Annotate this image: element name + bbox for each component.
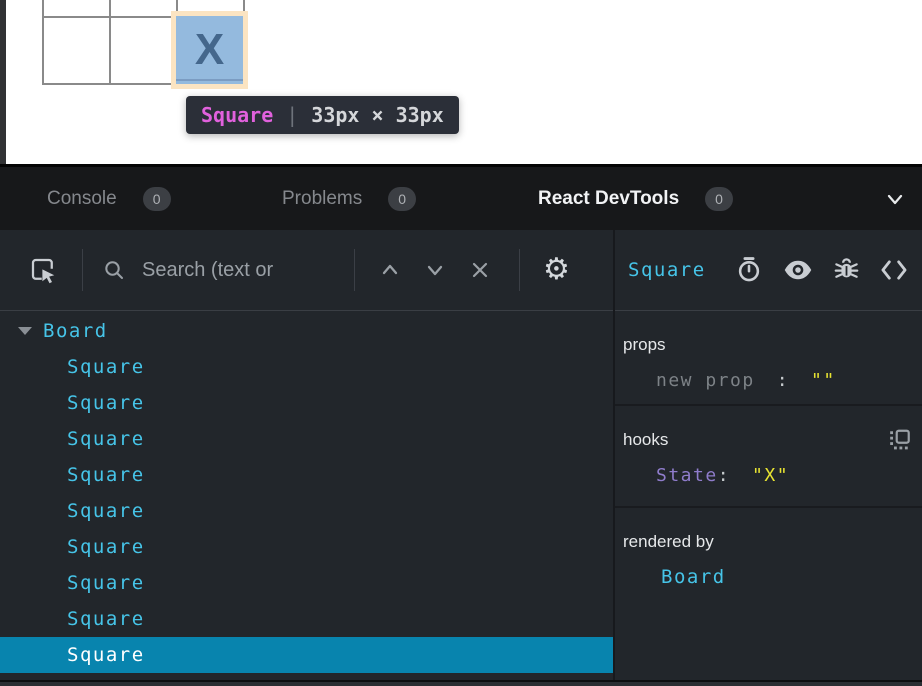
hooks-section: hooks State: "X" (615, 404, 922, 506)
tree-item-label: Square (67, 644, 145, 666)
react-devtools-panel: ⚙ Board Square Square Square Square Squa… (0, 230, 922, 686)
parse-hook-names-icon[interactable] (888, 428, 912, 452)
details-toolbar: Square (615, 230, 922, 311)
tooltip-separator: | (286, 103, 298, 127)
board-cell[interactable] (44, 0, 109, 16)
tree-item-square[interactable]: Square (0, 601, 613, 637)
selected-component-title: Square (628, 259, 706, 281)
expander-caret-icon[interactable] (18, 327, 32, 335)
toolbar-divider (82, 249, 83, 291)
search-icon (102, 258, 126, 282)
board-cell[interactable] (111, 0, 176, 16)
inspected-square-cell[interactable]: X (176, 16, 243, 84)
inspect-highlight-gridline (176, 79, 243, 81)
component-details-panel: Square (615, 230, 922, 686)
tooltip-dimensions: 33px × 33px (311, 103, 443, 127)
tab-count-badge: 0 (705, 187, 733, 211)
tree-item-square[interactable]: Square (0, 493, 613, 529)
tab-label: React DevTools (538, 188, 679, 210)
tree-item-square[interactable]: Square (0, 529, 613, 565)
rendered-by-heading: rendered by (623, 532, 912, 552)
clear-search-icon[interactable] (468, 258, 492, 282)
settings-gear-icon[interactable]: ⚙ (543, 255, 570, 285)
tree-item-label: Square (67, 572, 145, 594)
inspect-dom-eye-icon[interactable] (783, 256, 813, 284)
next-match-icon[interactable] (423, 258, 447, 282)
tree-item-square[interactable]: Square (0, 565, 613, 601)
tree-item-square-selected[interactable]: Square (0, 637, 613, 673)
inspect-tooltip: Square | 33px × 33px (186, 96, 459, 134)
tree-item-label: Square (67, 428, 145, 450)
rendered-by-section: rendered by Board (615, 506, 922, 686)
tree-item-label: Square (67, 356, 145, 378)
browser-page: X Square | 33px × 33px (0, 0, 922, 164)
view-source-icon[interactable] (880, 257, 908, 283)
previous-match-icon[interactable] (378, 258, 402, 282)
tree-item-label: Square (67, 608, 145, 630)
tree-item-square[interactable]: Square (0, 421, 613, 457)
tab-label: Problems (282, 188, 362, 210)
prop-value[interactable]: "" (811, 370, 836, 391)
tree-item-label: Square (67, 464, 145, 486)
state-hook-row[interactable]: State: "X" (623, 465, 912, 486)
tooltip-component-name: Square (201, 103, 273, 127)
window-bottom-strip (0, 682, 922, 686)
tab-console[interactable]: Console 0 (47, 167, 171, 230)
colon: : (718, 465, 730, 486)
inspect-element-icon[interactable] (28, 255, 58, 285)
toolbar-divider (354, 249, 355, 291)
colon: : (777, 370, 789, 391)
tree-item-label: Square (67, 536, 145, 558)
toolbar-divider (519, 249, 520, 291)
prop-name[interactable]: new prop (656, 370, 755, 391)
tree-item-board[interactable]: Board (0, 313, 613, 349)
chevron-down-icon[interactable] (884, 188, 906, 210)
tree-item-square[interactable]: Square (0, 457, 613, 493)
tree-item-label: Square (67, 500, 145, 522)
board-cell[interactable] (111, 18, 176, 83)
tab-count-badge: 0 (143, 187, 171, 211)
props-heading: props (623, 335, 912, 355)
devtools-tab-bar: Console 0 Problems 0 React DevTools 0 (0, 167, 922, 230)
profiler-clock-icon[interactable] (735, 256, 763, 284)
components-tree-panel: ⚙ Board Square Square Square Square Squa… (0, 230, 613, 686)
hook-value[interactable]: "X" (752, 465, 789, 486)
tab-react-devtools[interactable]: React DevTools 0 (538, 167, 733, 230)
component-tree: Board Square Square Square Square Square… (0, 311, 613, 686)
tree-item-label: Square (67, 392, 145, 414)
tab-label: Console (47, 188, 117, 210)
tab-count-badge: 0 (388, 187, 416, 211)
tree-item-square[interactable]: Square (0, 349, 613, 385)
board-cell[interactable] (44, 18, 109, 83)
window-edge (0, 0, 6, 164)
tree-item-square[interactable]: Square (0, 385, 613, 421)
rendered-by-board-link[interactable]: Board (623, 566, 912, 588)
props-section: props new prop: "" (615, 311, 922, 404)
tree-item-label: Board (43, 320, 108, 342)
hooks-heading: hooks (623, 430, 912, 450)
debug-bug-icon[interactable] (833, 256, 860, 284)
search-input[interactable] (142, 259, 354, 282)
new-prop-row[interactable]: new prop: "" (623, 370, 912, 391)
tree-toolbar: ⚙ (0, 230, 613, 311)
tab-problems[interactable]: Problems 0 (282, 167, 416, 230)
hook-name: State (656, 465, 718, 486)
